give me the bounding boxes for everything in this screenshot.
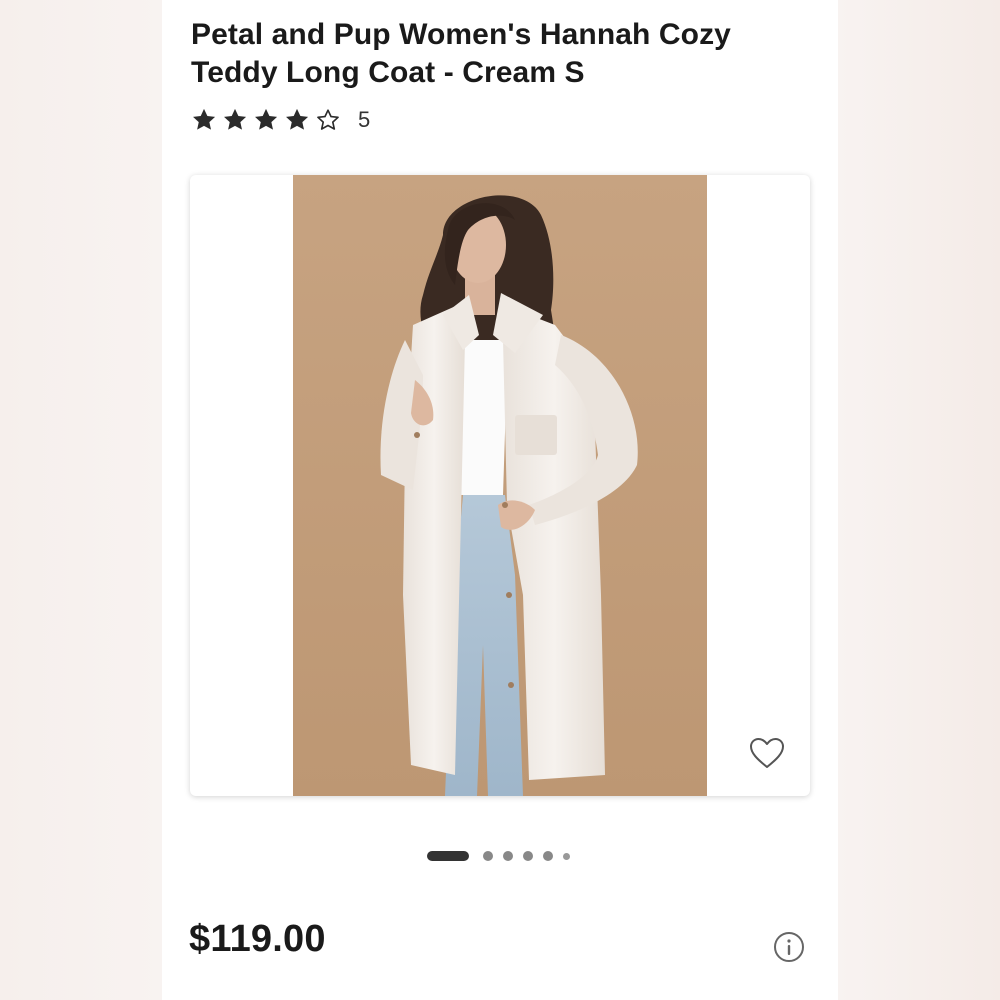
star-filled-icon (190, 106, 218, 134)
star-outline-icon (314, 106, 342, 134)
product-photo[interactable] (293, 175, 707, 796)
star-filled-icon (283, 106, 311, 134)
star-filled-icon (221, 106, 249, 134)
info-circle-icon (774, 932, 804, 962)
left-margin (0, 0, 162, 1000)
carousel-dot[interactable] (543, 851, 553, 861)
carousel-dot-active[interactable] (427, 851, 469, 861)
heart-outline-icon (750, 738, 784, 768)
product-title: Petal and Pup Women's Hannah Cozy Teddy … (191, 18, 731, 89)
product-panel: Petal and Pup Women's Hannah Cozy Teddy … (162, 0, 838, 1000)
star-filled-icon (252, 106, 280, 134)
carousel-dot[interactable] (563, 852, 570, 860)
star-rating[interactable]: 5 (190, 104, 370, 136)
carousel-dot[interactable] (503, 851, 513, 861)
price-info-button[interactable] (773, 931, 805, 963)
favorite-button[interactable] (745, 733, 789, 773)
right-margin (838, 0, 1000, 1000)
image-carousel-indicator[interactable] (427, 849, 580, 863)
product-image-card[interactable] (190, 175, 810, 796)
review-count: 5 (358, 107, 371, 132)
model-in-teddy-coat-image (293, 175, 707, 796)
carousel-dot[interactable] (483, 851, 493, 861)
product-price: $119.00 (189, 918, 326, 960)
carousel-dot[interactable] (523, 851, 533, 861)
